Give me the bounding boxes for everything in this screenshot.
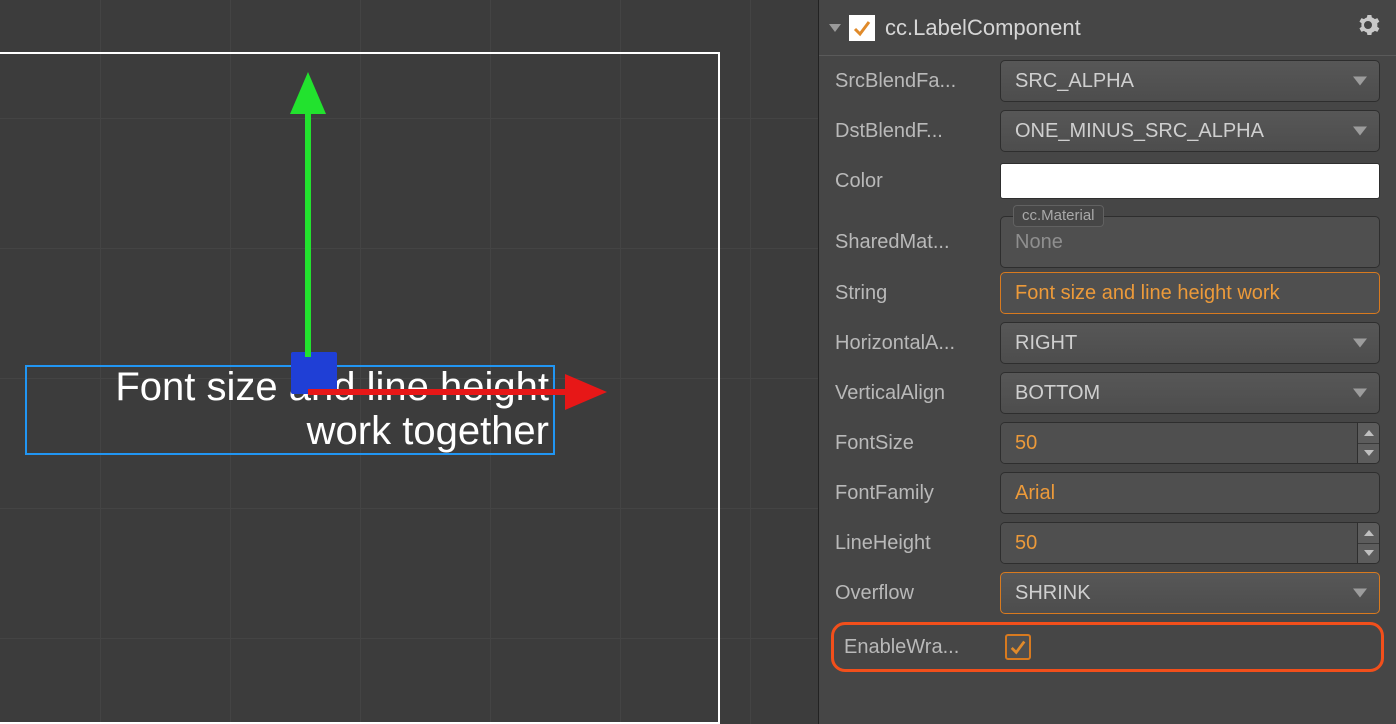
dst-blend-label: DstBlendF...	[835, 120, 1000, 143]
color-swatch[interactable]	[1000, 163, 1380, 199]
enable-wrap-row-highlight: EnableWra...	[831, 622, 1384, 672]
label-node-bbox[interactable]: Font size and line height work together	[25, 365, 555, 455]
gear-icon[interactable]	[1356, 13, 1380, 43]
caret-up-icon	[1364, 530, 1374, 536]
dst-blend-value: ONE_MINUS_SRC_ALPHA	[1015, 120, 1264, 143]
inspector-panel: cc.LabelComponent SrcBlendFa... SRC_ALPH…	[818, 0, 1396, 724]
enable-wrap-checkbox[interactable]	[1005, 634, 1031, 660]
gizmo-xy-handle[interactable]	[291, 352, 337, 394]
string-input[interactable]: Font size and line height work	[1000, 272, 1380, 314]
enable-wrap-label: EnableWra...	[844, 636, 1005, 659]
color-label: Color	[835, 170, 1000, 193]
caret-down-icon	[1364, 550, 1374, 556]
vertical-align-value: BOTTOM	[1015, 382, 1100, 405]
font-size-step-up[interactable]	[1358, 423, 1379, 444]
font-size-value: 50	[1001, 423, 1357, 463]
component-enabled-checkbox[interactable]	[849, 15, 875, 41]
gizmo-x-arrow-icon[interactable]	[565, 374, 607, 410]
gizmo-y-arrow-icon[interactable]	[290, 72, 326, 114]
gizmo-y-axis[interactable]	[305, 97, 311, 357]
vertical-align-label: VerticalAlign	[835, 382, 1000, 405]
string-value: Font size and line height work	[1015, 282, 1280, 305]
dst-blend-dropdown[interactable]: ONE_MINUS_SRC_ALPHA	[1000, 110, 1380, 152]
gizmo-x-axis[interactable]	[308, 389, 568, 395]
horizontal-align-value: RIGHT	[1015, 332, 1077, 355]
shared-material-placeholder: None	[1015, 231, 1063, 254]
src-blend-dropdown[interactable]: SRC_ALPHA	[1000, 60, 1380, 102]
component-title: cc.LabelComponent	[885, 15, 1356, 41]
font-size-step-down[interactable]	[1358, 444, 1379, 464]
font-family-label: FontFamily	[835, 482, 1000, 505]
overflow-value: SHRINK	[1015, 582, 1091, 605]
overflow-label: Overflow	[835, 582, 1000, 605]
line-height-input[interactable]: 50	[1000, 522, 1380, 564]
line-height-label: LineHeight	[835, 532, 1000, 555]
line-height-value: 50	[1001, 523, 1357, 563]
chevron-down-icon	[1353, 589, 1367, 598]
string-label: String	[835, 282, 1000, 305]
caret-up-icon	[1364, 430, 1374, 436]
chevron-down-icon	[1353, 127, 1367, 136]
material-type-tag: cc.Material	[1013, 205, 1104, 227]
shared-material-slot[interactable]: cc.Material None	[1000, 216, 1380, 268]
font-size-label: FontSize	[835, 432, 1000, 455]
horizontal-align-label: HorizontalA...	[835, 332, 1000, 355]
src-blend-value: SRC_ALPHA	[1015, 70, 1134, 93]
vertical-align-dropdown[interactable]: BOTTOM	[1000, 372, 1380, 414]
font-size-input[interactable]: 50	[1000, 422, 1380, 464]
line-height-step-up[interactable]	[1358, 523, 1379, 544]
font-family-input[interactable]: Arial	[1000, 472, 1380, 514]
src-blend-label: SrcBlendFa...	[835, 70, 1000, 93]
line-height-step-down[interactable]	[1358, 544, 1379, 564]
font-family-value: Arial	[1015, 482, 1055, 505]
chevron-down-icon	[1353, 77, 1367, 86]
component-header[interactable]: cc.LabelComponent	[819, 0, 1396, 56]
scene-viewport[interactable]: Font size and line height work together	[0, 0, 818, 724]
overflow-dropdown[interactable]: SHRINK	[1000, 572, 1380, 614]
caret-down-icon	[1364, 450, 1374, 456]
collapse-caret-icon[interactable]	[829, 24, 841, 32]
chevron-down-icon	[1353, 339, 1367, 348]
shared-materials-label: SharedMat...	[835, 231, 1000, 254]
horizontal-align-dropdown[interactable]: RIGHT	[1000, 322, 1380, 364]
chevron-down-icon	[1353, 389, 1367, 398]
